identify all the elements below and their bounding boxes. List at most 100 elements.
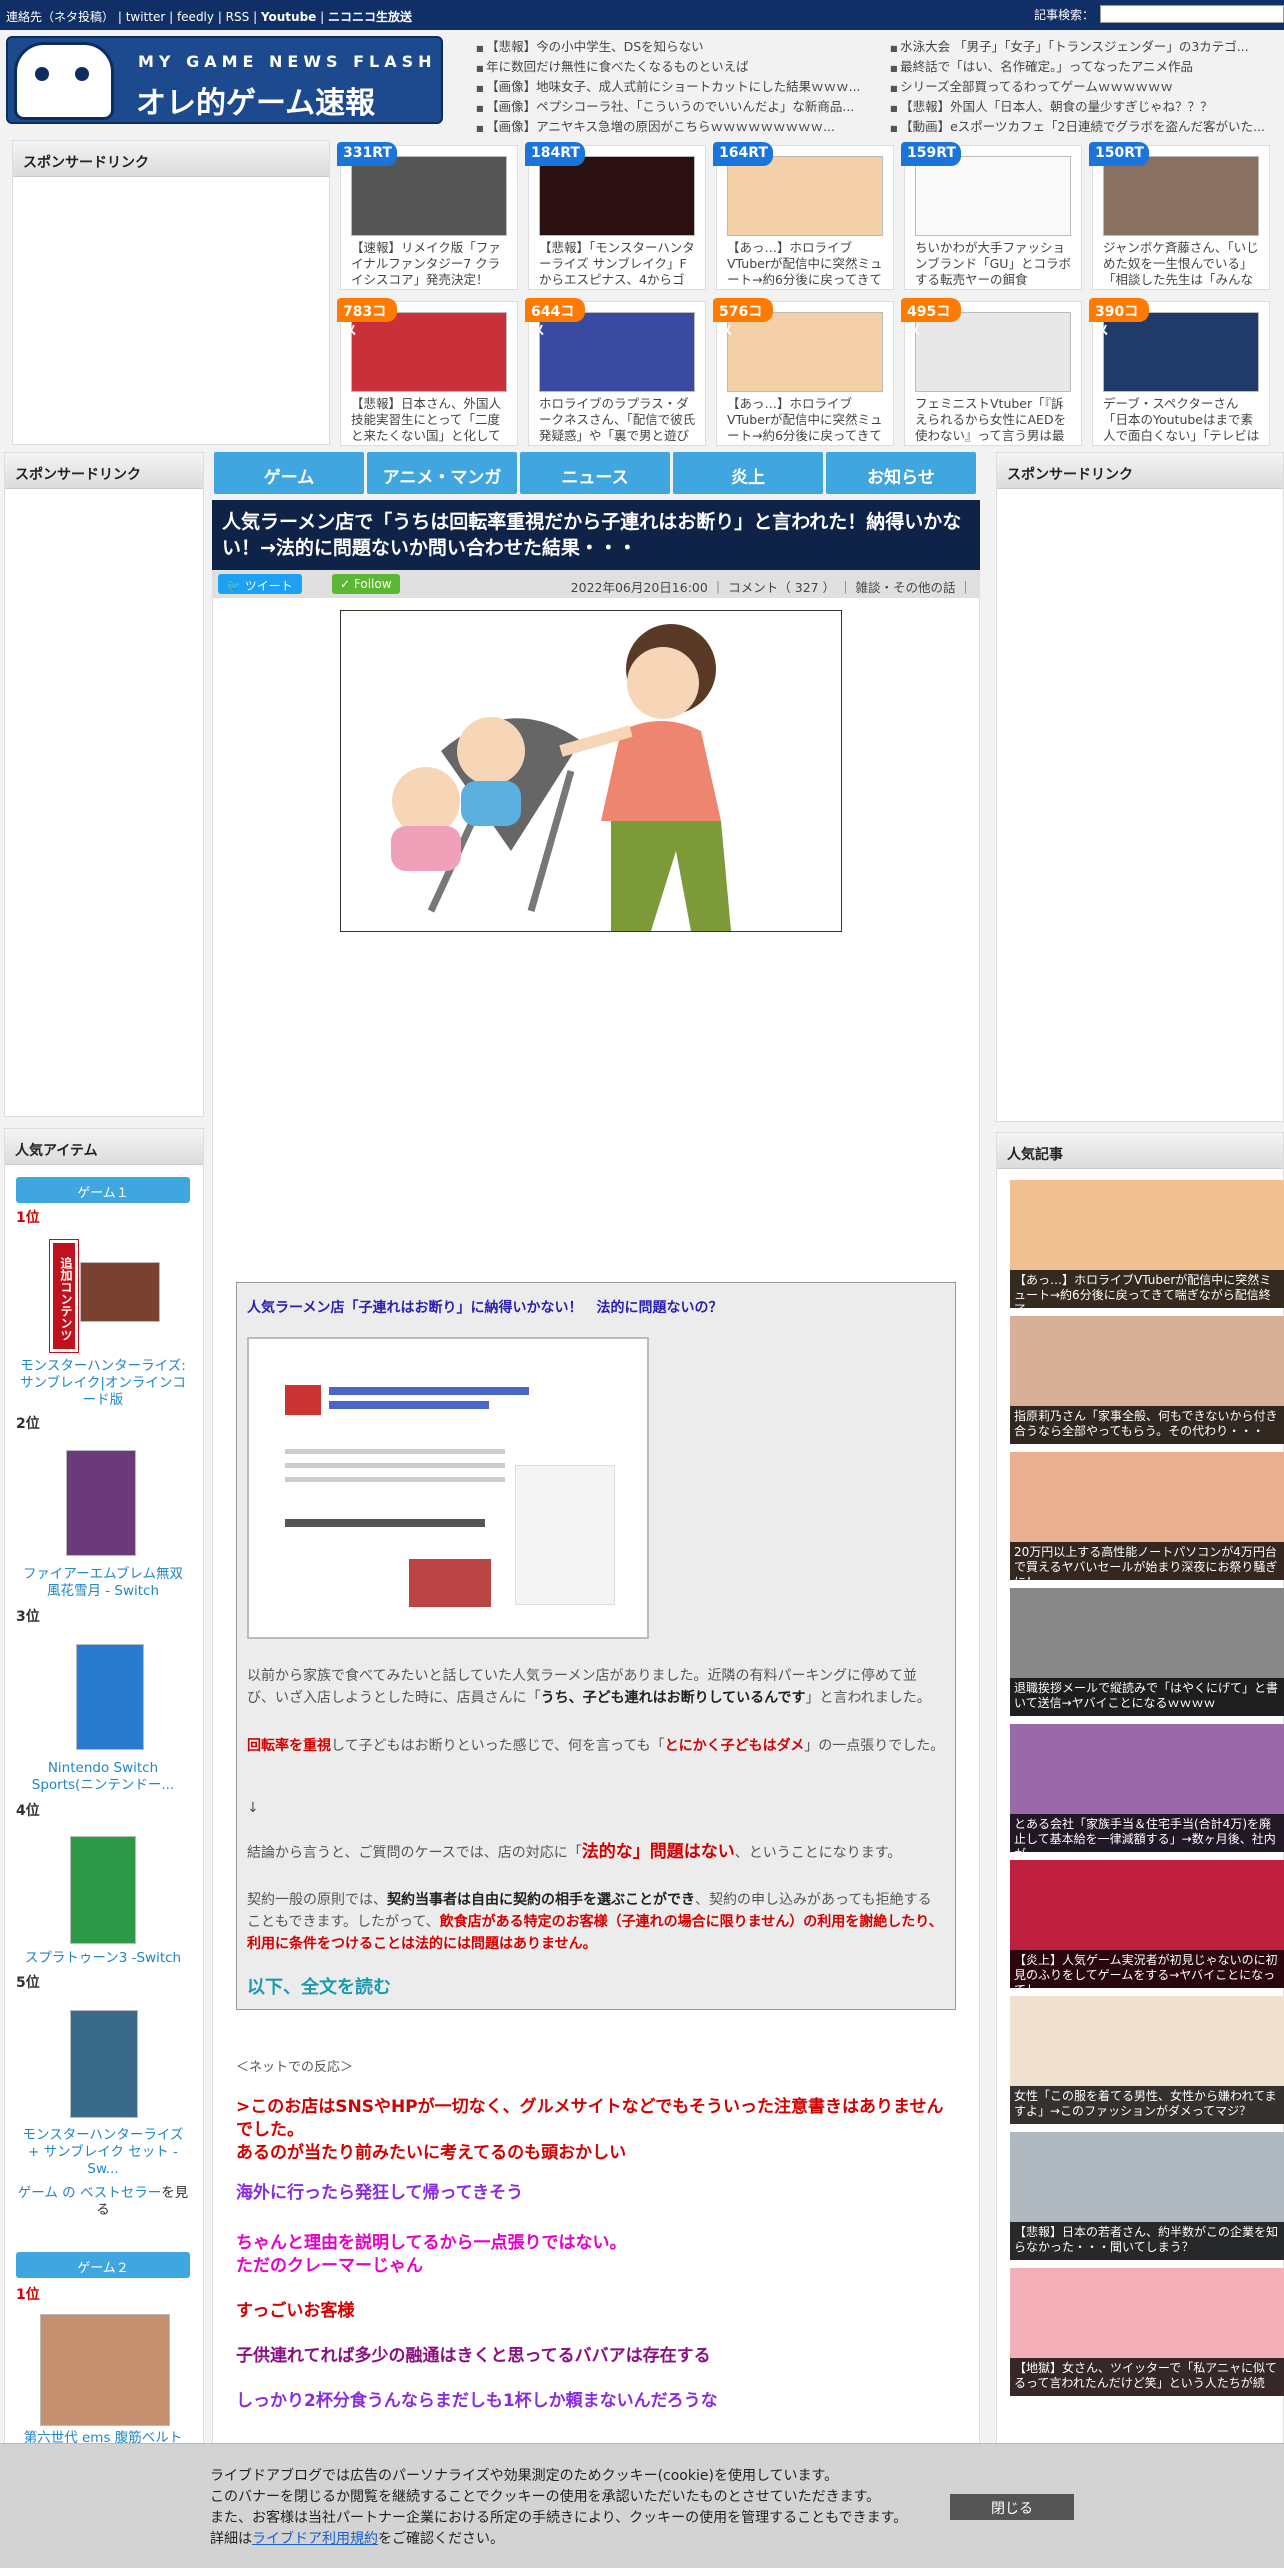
popular-article[interactable]: 指原莉乃さん「家事全般、何もできないから付き合うなら全部やってもらう。その代わり…	[1010, 1316, 1284, 1444]
card-title[interactable]: 【あっ…】ホロライブVTuberが配信中に突然ミュート→約6分後に戻ってきて喘ぎ…	[727, 396, 887, 444]
product-image[interactable]	[66, 1450, 136, 1556]
sponsor-heading: スポンサードリンク	[997, 453, 1283, 489]
search-input[interactable]	[1100, 5, 1284, 23]
header-news-item[interactable]: 年に数回だけ無性に食べたくなるものといえば	[476, 58, 876, 78]
follow-label: Follow	[353, 577, 392, 591]
popular-article[interactable]: 【炎上】人気ゲーム実況者が初見じゃないのに初見のふりをしてゲームをする→ヤバイこ…	[1010, 1860, 1284, 1988]
cookie-close-button[interactable]: 閉じる	[950, 2494, 1074, 2520]
card-title[interactable]: デーブ・スペクターさん「日本のYoutubeはまで素人で面白くない」「テレビは1…	[1103, 396, 1263, 444]
card-title[interactable]: 【悲報】「モンスターハンターライズ サンブレイク」Fからエスピナス、4からゴア・	[539, 240, 699, 288]
ranking-card[interactable]: 184RT 【悲報】「モンスターハンターライズ サンブレイク」Fからエスピナス、4…	[525, 142, 706, 290]
p2-d: 」の一点張りでした。	[804, 1738, 945, 1754]
product-image[interactable]	[40, 2314, 170, 2426]
header-news-item[interactable]: 【悲報】今の小中学生、DSを知らない	[476, 38, 876, 58]
card-title[interactable]: ジャンボケ斉藤さん、「いじめた奴を一生恨んでいる」「相談した先生は「みんなで	[1103, 240, 1263, 288]
header-news-item[interactable]: 最終話で「はい、名作確定。」ってなったアニメ作品	[890, 58, 1280, 78]
popular-article[interactable]: 【悲報】日本の若者さん、約半数がこの企業を知らなかった・・・聞いてしまう？	[1010, 2132, 1284, 2260]
niconico-link[interactable]: ニコニコ生放送	[328, 10, 412, 24]
cookie-line: ライブドアブログでは広告のパーソナライズや効果測定のためクッキー(cookie)…	[210, 2468, 839, 2484]
product-link[interactable]: Nintendo Switch Sports(ニンテンドー...	[16, 1760, 190, 1794]
card-title[interactable]: 【あっ…】ホロライブVTuberが配信中に突然ミュート→約6分後に戻ってきて喘ぎ…	[727, 240, 887, 288]
rank-label: 3位	[16, 1609, 40, 1625]
ranking-card[interactable]: 164RT 【あっ…】ホロライブVTuberが配信中に突然ミュート→約6分後に戻っ…	[713, 142, 894, 290]
ranking-card[interactable]: 783コメ 【悲報】日本さん、外国人技能実習生にとって「二度と来たくない国」と化し…	[337, 298, 518, 446]
header-news-item[interactable]: 【悲報】外国人「日本人、朝食の量少すぎじゃね？？？	[890, 98, 1280, 118]
tweet-button[interactable]: 🐦 ツイート	[218, 574, 302, 594]
rank-label: 1位	[16, 2287, 40, 2303]
nav-game[interactable]: ゲーム	[214, 452, 364, 494]
card-thumbnail	[539, 156, 695, 236]
rank-label: 4位	[16, 1803, 40, 1819]
ranking-card[interactable]: 159RT ちいかわが大手ファッションブランド「GU」とコラボする転売ヤーの餌食に…	[901, 142, 1082, 290]
card-title[interactable]: 【悲報】日本さん、外国人技能実習生にとって「二度と来たくない国」と化してしま	[351, 396, 511, 444]
card-badge: 495コメ	[901, 298, 961, 340]
ranking-card[interactable]: 644コメ ホロライブのラプラス・ダークネスさん、「配信で彼氏発疑惑」や「裏で男と…	[525, 298, 706, 446]
popular-article-title: 【あっ…】ホロライブVTuberが配信中に突然ミュート→約6分後に戻ってきて喘ぎ…	[1010, 1270, 1284, 1308]
header-news-item[interactable]: 【動画】eスポーツカフェ「2日連続でグラボを盗んだ客がいた...	[890, 118, 1280, 138]
card-title[interactable]: フェミニストVtuber「『訴えられるから女性にAEDを使わない』って言う男は最…	[915, 396, 1075, 444]
rank-label: 2位	[16, 1416, 40, 1432]
popular-article[interactable]: 退職挨拶メールで縦読みで「はやくにげて」と書いて送信→ヤバイことになるｗｗｗｗ	[1010, 1588, 1284, 1716]
ranking-card[interactable]: 390コメ デーブ・スペクターさん「日本のYoutubeはまで素人で面白くない」「…	[1089, 298, 1270, 446]
feedly-link[interactable]: feedly	[177, 10, 214, 24]
site-logo[interactable]: MY GAME NEWS FLASH オレ的ゲーム速報@JIN	[6, 36, 443, 124]
youtube-link[interactable]: Youtube	[261, 10, 316, 24]
card-thumbnail	[351, 312, 507, 392]
contact-link[interactable]: 連絡先（ネタ投稿）	[6, 10, 114, 24]
reaction-comment: 海外に行ったら発狂して帰ってきそう	[236, 2183, 524, 2203]
ranking-card[interactable]: 576コメ 【あっ…】ホロライブVTuberが配信中に突然ミュート→約6分後に戻っ…	[713, 298, 894, 446]
nav-news[interactable]: ニュース	[520, 452, 670, 494]
ranking-card[interactable]: 331RT 【速報】リメイク版「ファイナルファンタジー7 クライシスコア」発売決定…	[337, 142, 518, 290]
card-badge: 164RT	[713, 142, 773, 166]
nav-flame[interactable]: 炎上	[673, 452, 823, 494]
game2-button[interactable]: ゲーム２	[16, 2252, 190, 2278]
popular-article[interactable]: 女性「この服を着てる男性、女性から嫌われてますよ」→このファッションがダメってマ…	[1010, 1996, 1284, 2124]
header-news-item[interactable]: シリーズ全部買ってるわってゲームｗｗｗｗｗｗ	[890, 78, 1280, 98]
ranking-card[interactable]: 150RT ジャンボケ斉藤さん、「いじめた奴を一生恨んでいる」「相談した先生は「み…	[1089, 142, 1270, 290]
nav-notice[interactable]: お知らせ	[826, 452, 976, 494]
popular-article[interactable]: 【あっ…】ホロライブVTuberが配信中に突然ミュート→約6分後に戻ってきて喘ぎ…	[1010, 1180, 1284, 1308]
card-thumbnail	[1103, 156, 1259, 236]
header-news-item[interactable]: 【画像】地味女子、成人式前にショートカットにした結果ｗｗｗ...	[476, 78, 876, 98]
bird-icon: 🐦	[226, 579, 241, 593]
game1-button[interactable]: ゲーム１	[16, 1177, 190, 1203]
product-image[interactable]	[70, 1836, 136, 1944]
net-reaction-heading: ＜ネットでの反応＞	[236, 2060, 354, 2075]
product-image[interactable]	[80, 1262, 160, 1322]
product-link[interactable]: スプラトゥーン3 -Switch	[16, 1950, 190, 1967]
read-more-link[interactable]: 以下、全文を読む	[247, 1973, 391, 1999]
p3-c: 、ということになります。	[734, 1845, 902, 1861]
header-news-item[interactable]: 水泳大会 「男子」「女子」「トランスジェンダー」の3カテゴ...	[890, 38, 1280, 58]
product-image[interactable]	[76, 1644, 144, 1750]
card-title[interactable]: ホロライブのラプラス・ダークネスさん、「配信で彼氏発疑惑」や「裏で男と遊び	[539, 396, 699, 444]
card-badge: 184RT	[525, 142, 585, 166]
card-title[interactable]: ちいかわが大手ファッションブランド「GU」とコラボする転売ヤーの餌食に・・・	[915, 240, 1075, 288]
logo-title: オレ的ゲーム速報@JIN	[136, 86, 376, 121]
popular-article[interactable]: 【地獄】女さん、ツイッターで「私アニャに似てるって言われたんだけど笑」という人た…	[1010, 2268, 1284, 2396]
header-news-item[interactable]: 【画像】ペプシコーラ社、「こういうのでいいんだよ」な新商品...	[476, 98, 876, 118]
card-thumbnail	[539, 312, 695, 392]
article-title[interactable]: 人気ラーメン店で「うちは回転率重視だから子連れはお断り」と言われた！納得いかない…	[212, 500, 980, 570]
source-screenshot	[247, 1337, 649, 1639]
follow-button[interactable]: ✓ Follow	[332, 574, 400, 594]
product-link[interactable]: モンスターハンターライズ:サンブレイク|オンラインコード版	[16, 1358, 190, 1409]
popular-article[interactable]: 20万円以上する高性能ノートパソコンが4万円台で買えるヤバいセールが始まり深夜に…	[1010, 1452, 1284, 1580]
mascot-icon	[14, 42, 114, 120]
product-image[interactable]	[70, 2010, 138, 2118]
card-title[interactable]: 【速報】リメイク版「ファイナルファンタジー7 クライシスコア」発売決定！	[351, 240, 511, 288]
product-link[interactable]: ファイアーエムブレム無双 風花雪月 - Switch	[16, 1566, 190, 1600]
nav-anime-manga[interactable]: アニメ・マンガ	[367, 452, 517, 494]
card-badge: 159RT	[901, 142, 961, 166]
header-news-item[interactable]: 【画像】アニヤキス急増の原因がこちらｗｗｗｗｗｗｗｗｗ...	[476, 118, 876, 138]
quote-heading[interactable]: 人気ラーメン店「子連れはお断り」に納得いかない！ 法的に問題ないの？	[247, 1297, 722, 1317]
twitter-link[interactable]: twitter	[126, 10, 166, 24]
reaction-comment: すっごいお客様	[236, 2301, 355, 2321]
bestseller-link[interactable]: ゲーム の ベストセラー	[18, 2185, 161, 2201]
rss-link[interactable]: RSS	[226, 10, 250, 24]
popular-article[interactable]: とある会社「家族手当＆住宅手当(合計4万)を廃止して基本給を一律減額する」→数ヶ…	[1010, 1724, 1284, 1852]
product-link[interactable]: モンスターハンターライズ + サンブレイク セット - Sw...	[16, 2127, 190, 2178]
ranking-card[interactable]: 495コメフェミニストVtuber「『訴えられるから女性にAEDを使わない』って…	[901, 298, 1082, 446]
popular-article-title: 【悲報】日本の若者さん、約半数がこの企業を知らなかった・・・聞いてしまう？	[1010, 2222, 1284, 2260]
terms-link[interactable]: ライブドア利用規約	[252, 2531, 378, 2547]
top-links: 連絡先（ネタ投稿） | twitter | feedly | RSS | You…	[6, 10, 412, 24]
